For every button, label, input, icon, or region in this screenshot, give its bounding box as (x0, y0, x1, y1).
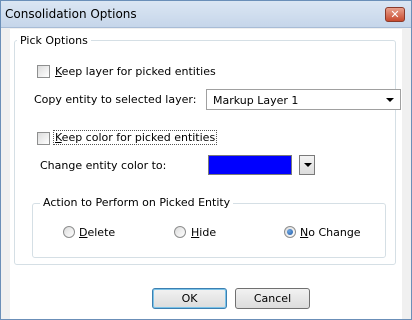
keep-color-label[interactable]: Keep color for picked entities (53, 130, 218, 145)
hide-text: ide (199, 226, 217, 239)
pick-options-legend: Pick Options (17, 34, 91, 47)
chevron-down-icon (304, 163, 312, 167)
title-bar[interactable]: Consolidation Options ✕ (1, 1, 411, 28)
keep-layer-text: eep layer for picked entities (61, 65, 216, 78)
hide-radio[interactable] (174, 226, 186, 238)
dialog-window: Consolidation Options ✕ Pick Options Kee… (0, 0, 412, 320)
no-change-text: o Change (308, 226, 361, 239)
close-icon: ✕ (390, 8, 400, 21)
delete-radio-label[interactable]: Delete (79, 226, 115, 239)
keep-layer-accel: K (55, 65, 62, 78)
keep-color-text: eep color for picked entities (61, 131, 216, 144)
color-dropdown-button[interactable] (299, 155, 315, 175)
keep-layer-checkbox[interactable] (37, 65, 50, 78)
dialog-body: Pick Options Keep layer for picked entit… (10, 29, 402, 319)
no-change-accel: N (300, 226, 309, 239)
dialog-title: Consolidation Options (5, 7, 137, 21)
action-legend: Action to Perform on Picked Entity (40, 196, 234, 209)
copy-layer-label: Copy entity to selected layer: (34, 93, 197, 106)
no-change-radio-label[interactable]: No Change (300, 226, 361, 239)
chevron-down-icon (386, 98, 394, 102)
keep-color-checkbox[interactable] (37, 132, 50, 145)
close-button[interactable]: ✕ (385, 7, 405, 22)
delete-text: elete (87, 226, 116, 239)
layer-select[interactable]: Markup Layer 1 (206, 89, 401, 110)
cancel-button[interactable]: Cancel (235, 288, 310, 309)
hide-radio-label[interactable]: Hide (191, 226, 216, 239)
ok-button[interactable]: OK (152, 288, 227, 309)
keep-layer-label[interactable]: Keep layer for picked entities (55, 65, 216, 78)
delete-radio[interactable] (63, 226, 75, 238)
change-color-label: Change entity color to: (40, 159, 167, 172)
no-change-radio[interactable] (284, 226, 296, 238)
color-swatch[interactable] (208, 155, 292, 175)
keep-color-accel: K (55, 131, 62, 144)
layer-select-value: Markup Layer 1 (213, 94, 299, 107)
